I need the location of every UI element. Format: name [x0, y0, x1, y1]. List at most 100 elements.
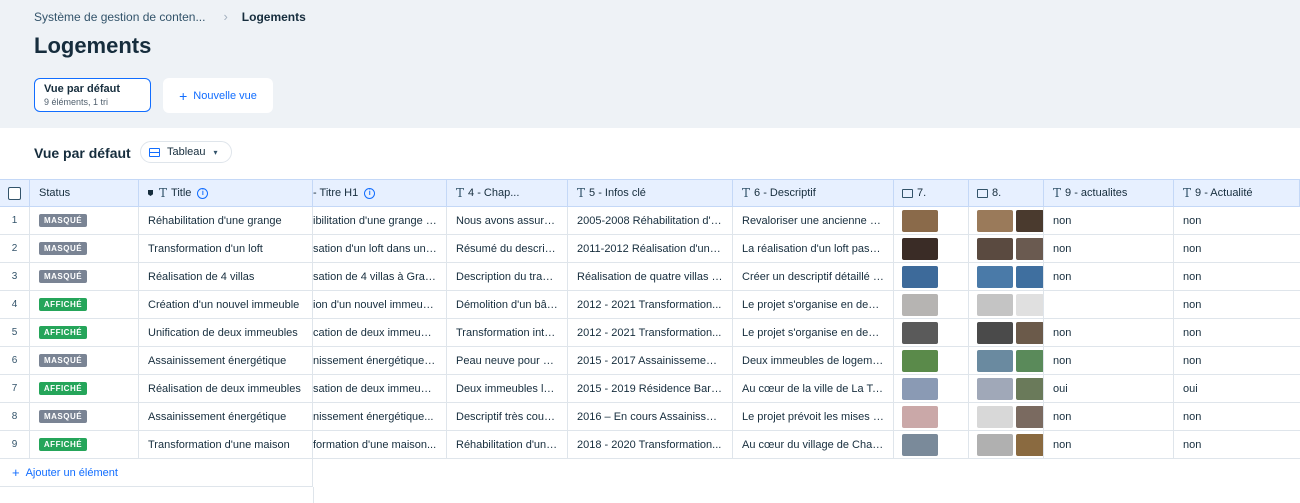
- act2-cell[interactable]: non: [1174, 403, 1300, 430]
- infos-cell[interactable]: 2018 - 2020 Transformation...: [568, 431, 733, 458]
- act1-cell[interactable]: non: [1044, 319, 1174, 346]
- info-icon[interactable]: i: [364, 187, 376, 199]
- act2-cell[interactable]: non: [1174, 291, 1300, 318]
- status-cell[interactable]: AFFICHÉ: [30, 431, 139, 458]
- act2-cell[interactable]: non: [1174, 263, 1300, 290]
- act1-cell[interactable]: non: [1044, 235, 1174, 262]
- desc-cell[interactable]: Créer un descriptif détaillé pour...: [733, 263, 894, 290]
- gallery-cell[interactable]: [969, 403, 1044, 430]
- gallery-cell[interactable]: [969, 375, 1044, 402]
- image-cell[interactable]: [894, 347, 969, 374]
- view-card-default[interactable]: Vue par défaut 9 éléments, 1 tri: [34, 78, 151, 112]
- infos-cell[interactable]: 2012 - 2021 Transformation...: [568, 319, 733, 346]
- image-cell[interactable]: [894, 291, 969, 318]
- act2-cell[interactable]: oui: [1174, 375, 1300, 402]
- h1-cell[interactable]: sation de deux immeubles...: [313, 375, 447, 402]
- title-cell[interactable]: Assainissement énergétique: [139, 403, 313, 430]
- chap-cell[interactable]: Deux immeubles locatifs...: [447, 375, 568, 402]
- title-cell[interactable]: Assainissement énergétique: [139, 347, 313, 374]
- desc-cell[interactable]: Le projet s'organise en deux...: [733, 319, 894, 346]
- status-cell[interactable]: MASQUÉ: [30, 403, 139, 430]
- desc-cell[interactable]: Revaloriser une ancienne grange...: [733, 207, 894, 234]
- table-row[interactable]: 9 AFFICHÉ Transformation d'une maison forma…: [0, 431, 1300, 459]
- act1-cell[interactable]: non: [1044, 347, 1174, 374]
- h1-cell[interactable]: sation de 4 villas à Granges...: [313, 263, 447, 290]
- chap-cell[interactable]: Descriptif très court...: [447, 403, 568, 430]
- infos-cell[interactable]: 2011-2012 Réalisation d'un loft...: [568, 235, 733, 262]
- info-icon[interactable]: i: [197, 187, 209, 199]
- title-cell[interactable]: Création d'un nouvel immeuble: [139, 291, 313, 318]
- column-header-actualites[interactable]: T 9 - actualites: [1044, 180, 1174, 206]
- act1-cell[interactable]: non: [1044, 207, 1174, 234]
- chap-cell[interactable]: Résumé du descriptif...: [447, 235, 568, 262]
- image-cell[interactable]: [894, 263, 969, 290]
- h1-cell[interactable]: nissement énergétique d'un...: [313, 347, 447, 374]
- infos-cell[interactable]: 2016 – En cours Assainissement...: [568, 403, 733, 430]
- chap-cell[interactable]: Transformation intérieure...: [447, 319, 568, 346]
- act2-cell[interactable]: non: [1174, 347, 1300, 374]
- gallery-cell[interactable]: [969, 263, 1044, 290]
- title-cell[interactable]: Transformation d'une maison: [139, 431, 313, 458]
- act2-cell[interactable]: non: [1174, 207, 1300, 234]
- infos-cell[interactable]: 2005-2008 Réhabilitation d'une...: [568, 207, 733, 234]
- chap-cell[interactable]: Description du travail...: [447, 263, 568, 290]
- table-row[interactable]: 5 AFFICHÉ Unification de deux immeubles cat…: [0, 319, 1300, 347]
- image-cell[interactable]: [894, 319, 969, 346]
- table-row[interactable]: 7 AFFICHÉ Réalisation de deux immeubles sat…: [0, 375, 1300, 403]
- infos-cell[interactable]: 2015 - 2017 Assainissement...: [568, 347, 733, 374]
- column-header-actualite[interactable]: T 9 - Actualité: [1174, 180, 1300, 206]
- desc-cell[interactable]: La réalisation d'un loft passe...: [733, 235, 894, 262]
- table-row[interactable]: 3 MASQUÉ Réalisation de 4 villas sation de …: [0, 263, 1300, 291]
- title-cell[interactable]: Réalisation de deux immeubles: [139, 375, 313, 402]
- gallery-cell[interactable]: [969, 291, 1044, 318]
- act1-cell[interactable]: non: [1044, 431, 1174, 458]
- h1-cell[interactable]: ion d'un nouvel immeuble...: [313, 291, 447, 318]
- chap-cell[interactable]: Réhabilitation d'une...: [447, 431, 568, 458]
- desc-cell[interactable]: Le projet s'organise en deux...: [733, 291, 894, 318]
- table-row[interactable]: 1 MASQUÉ Réhabilitation d'une grange ibilit…: [0, 207, 1300, 235]
- image-cell[interactable]: [894, 431, 969, 458]
- chap-cell[interactable]: Peau neuve pour deux...: [447, 347, 568, 374]
- image-cell[interactable]: [894, 207, 969, 234]
- select-all-checkbox[interactable]: [8, 186, 21, 200]
- status-cell[interactable]: MASQUÉ: [30, 347, 139, 374]
- title-cell[interactable]: Réhabilitation d'une grange: [139, 207, 313, 234]
- new-view-button[interactable]: + Nouvelle vue: [163, 78, 273, 113]
- infos-cell[interactable]: 2012 - 2021 Transformation...: [568, 291, 733, 318]
- table-row[interactable]: 2 MASQUÉ Transformation d'un loft sation d'…: [0, 235, 1300, 263]
- h1-cell[interactable]: nissement énergétique...: [313, 403, 447, 430]
- infos-cell[interactable]: 2015 - 2019 Résidence Barnabé...: [568, 375, 733, 402]
- status-cell[interactable]: MASQUÉ: [30, 207, 139, 234]
- h1-cell[interactable]: cation de deux immeubles...: [313, 319, 447, 346]
- h1-cell[interactable]: ibilitation d'une grange en...: [313, 207, 447, 234]
- column-header-chap[interactable]: T 4 - Chap...: [447, 180, 568, 206]
- status-cell[interactable]: MASQUÉ: [30, 263, 139, 290]
- status-cell[interactable]: AFFICHÉ: [30, 375, 139, 402]
- gallery-cell[interactable]: [969, 319, 1044, 346]
- chap-cell[interactable]: Démolition d'un bâtiment...: [447, 291, 568, 318]
- column-header-status[interactable]: Status: [30, 180, 139, 206]
- column-header-image-8[interactable]: 8.: [969, 180, 1044, 206]
- desc-cell[interactable]: Le projet prévoit les mises aux...: [733, 403, 894, 430]
- title-cell[interactable]: Réalisation de 4 villas: [139, 263, 313, 290]
- act2-cell[interactable]: non: [1174, 431, 1300, 458]
- act2-cell[interactable]: non: [1174, 235, 1300, 262]
- gallery-cell[interactable]: [969, 207, 1044, 234]
- column-header-title[interactable]: T Title i: [139, 180, 313, 206]
- act1-cell[interactable]: oui: [1044, 375, 1174, 402]
- layout-dropdown[interactable]: Tableau ▾: [140, 141, 232, 163]
- status-cell[interactable]: AFFICHÉ: [30, 291, 139, 318]
- column-header-infos[interactable]: T 5 - Infos clé: [568, 180, 733, 206]
- desc-cell[interactable]: Au cœur du village de Champéry...: [733, 431, 894, 458]
- column-header-image-7[interactable]: 7.: [894, 180, 969, 206]
- act1-cell[interactable]: non: [1044, 263, 1174, 290]
- infos-cell[interactable]: Réalisation de quatre villas à...: [568, 263, 733, 290]
- table-row[interactable]: 4 AFFICHÉ Création d'un nouvel immeuble ion…: [0, 291, 1300, 319]
- h1-cell[interactable]: sation d'un loft dans un ancien...: [313, 235, 447, 262]
- chap-cell[interactable]: Nous avons assuré...: [447, 207, 568, 234]
- image-cell[interactable]: [894, 375, 969, 402]
- table-row[interactable]: 8 MASQUÉ Assainissement énergétique nisseme…: [0, 403, 1300, 431]
- column-header-descriptif[interactable]: T 6 - Descriptif: [733, 180, 894, 206]
- table-row[interactable]: 6 MASQUÉ Assainissement énergétique nisseme…: [0, 347, 1300, 375]
- h1-cell[interactable]: formation d'une maison...: [313, 431, 447, 458]
